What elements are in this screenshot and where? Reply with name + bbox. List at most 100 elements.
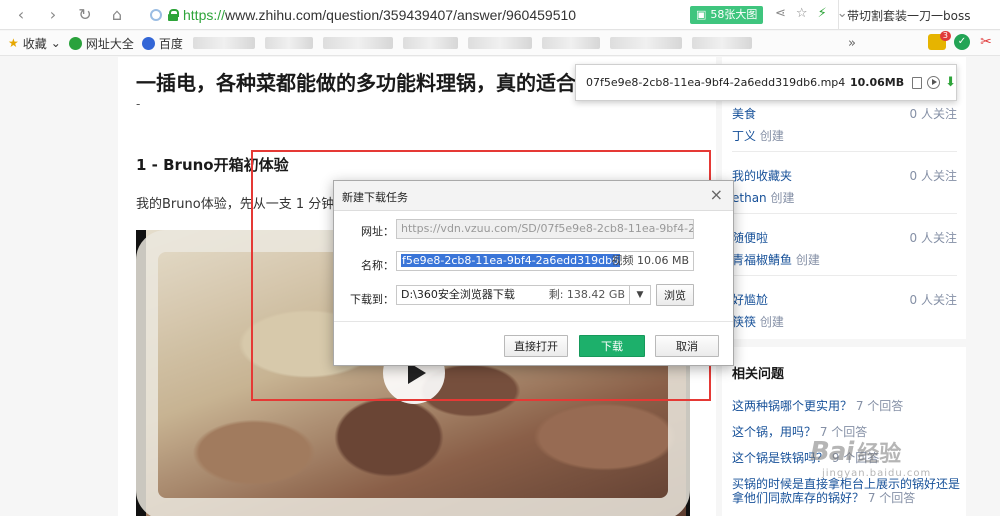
blurred-bookmark[interactable] <box>609 37 682 49</box>
collection-item[interactable]: 随便啦 0 人关注 青福椒鯖鱼 创建 <box>732 229 957 268</box>
download-url-value: https://vdn.vzuu.com/SD/07f5e9e8-2cb8-11… <box>401 222 693 235</box>
url-field[interactable]: https://www.zhihu.com/question/359439407… <box>150 3 690 27</box>
question-text[interactable]: 这个锅，用吗？ <box>732 425 816 439</box>
divider <box>732 151 957 152</box>
address-tools: ⋖ ☆ ⚡ ⌄ <box>775 6 848 21</box>
save-to-label: 下载到： <box>350 293 394 306</box>
collection-item[interactable]: 好尴尬 0 人关注 筷筷 创建 <box>732 291 957 330</box>
collection-followers: 0 人关注 <box>909 231 957 245</box>
bookmark-favorites[interactable]: ★ 收藏 ⌄ <box>8 35 61 52</box>
site-icon <box>68 36 82 50</box>
related-question[interactable]: 这两种锅哪个更实用？ 7 个回答 <box>732 399 964 413</box>
dialog-title: 新建下载任务 <box>342 191 408 204</box>
blurred-bookmark[interactable] <box>691 37 752 49</box>
chevron-down-icon[interactable]: ▼ <box>629 285 651 305</box>
divider <box>334 321 733 322</box>
chevron-down-icon: ⌄ <box>50 36 61 50</box>
watermark-text: 经验 <box>857 442 902 467</box>
watermark-logo: Bai <box>810 437 854 467</box>
creator-name[interactable]: 丁义 <box>732 129 756 143</box>
address-bar: ‹ › ↻ ⌂ https://www.zhihu.com/question/3… <box>0 0 1000 30</box>
blurred-bookmark[interactable] <box>541 37 600 49</box>
question-text[interactable]: 买锅的时候是直接拿柜台上展示的锅好还是拿他们同款库存的锅好？ <box>732 477 960 505</box>
creator-name[interactable]: 青福椒鯖鱼 <box>732 253 792 267</box>
collection-creator: 青福椒鯖鱼 创建 <box>732 251 957 268</box>
new-download-dialog: 新建下载任务 × 网址： https://vdn.vzuu.com/SD/07f… <box>333 180 734 366</box>
created-label: 创建 <box>795 253 820 267</box>
collection-followers: 0 人关注 <box>909 107 957 121</box>
filename-value: f5e9e8-2cb8-11ea-9bf4-2a6edd319db6 <box>401 254 621 267</box>
extension-check-icon[interactable]: ✓ <box>954 34 970 50</box>
divider <box>732 275 957 276</box>
bookmark-baidu[interactable]: 百度 <box>141 35 183 52</box>
extension-mail-icon[interactable]: 3 <box>928 31 951 50</box>
image-gallery-label: 58张大图 <box>710 8 758 21</box>
download-button[interactable]: 下载 <box>579 335 645 357</box>
extensions: 3 ✓ ✂ <box>928 31 994 50</box>
favorite-star-icon[interactable]: ☆ <box>796 6 808 21</box>
bookmark-hao123[interactable]: 网址大全 <box>68 35 134 52</box>
forward-icon[interactable]: › <box>42 4 64 26</box>
image-gallery-button[interactable]: ▣ 58张大图 <box>690 6 764 24</box>
created-label: 创建 <box>759 315 784 329</box>
url-label: 网址： <box>361 225 394 238</box>
free-space: 剩: 138.42 GB <box>548 288 625 301</box>
created-label: 创建 <box>759 129 784 143</box>
close-icon[interactable]: × <box>710 187 723 203</box>
home-icon[interactable]: ⌂ <box>106 4 128 26</box>
watermark: Bai 经验 jingyan.baidu.com <box>810 436 930 479</box>
blurred-bookmark[interactable] <box>264 37 313 49</box>
search-box[interactable]: 带切割套装一刀一boss <box>838 0 1000 30</box>
star-icon: ★ <box>8 36 19 50</box>
back-icon[interactable]: ‹ <box>10 4 32 26</box>
download-file-popup: 07f5e9e8-2cb8-11ea-9bf4-2a6edd319db6.mp4… <box>575 64 957 101</box>
search-hint-text: 带切割套装一刀一boss <box>847 8 971 23</box>
creator-name[interactable]: ethan <box>732 191 767 205</box>
browse-button[interactable]: 浏览 <box>656 284 694 306</box>
speed-mode-icon[interactable]: ⚡ <box>818 6 827 21</box>
bookmarks-more-button[interactable]: » <box>848 36 856 51</box>
collection-creator: ethan 创建 <box>732 189 957 206</box>
save-path-value: D:\360安全浏览器下载 <box>401 288 515 301</box>
bookmarks-bar: ★ 收藏 ⌄ 网址大全 百度 » 3 ✓ ✂ <box>0 31 1000 56</box>
question-text[interactable]: 这两种锅哪个更实用？ <box>732 399 852 413</box>
extension-scissors-icon[interactable]: ✂ <box>978 34 994 50</box>
download-icon[interactable]: ⬇ <box>945 75 956 90</box>
bookmark-label: 百度 <box>158 36 183 51</box>
play-icon[interactable] <box>927 76 941 89</box>
watermark-domain: jingyan.baidu.com <box>822 468 932 479</box>
notification-badge: 3 <box>939 31 951 41</box>
refresh-icon[interactable]: ↻ <box>74 4 96 26</box>
download-filesize: 10.06MB <box>849 76 905 89</box>
answer-count: 7 个回答 <box>867 491 916 505</box>
copy-link-icon[interactable] <box>912 76 923 89</box>
blurred-bookmark[interactable] <box>192 37 255 49</box>
related-question[interactable]: 买锅的时候是直接拿柜台上展示的锅好还是拿他们同款库存的锅好？ 7 个回答 <box>732 477 964 505</box>
related-questions-card: 相关问题 这两种锅哪个更实用？ 7 个回答 这个锅，用吗？ 7 个回答 这个锅是… <box>722 347 966 516</box>
file-type-size: 视频 10.06 MB <box>611 254 689 267</box>
baidu-icon <box>141 36 155 50</box>
dialog-header: 新建下载任务 × <box>334 181 733 211</box>
collection-item[interactable]: 美食 0 人关注 丁义 创建 <box>732 105 957 144</box>
creator-name[interactable]: 筷筷 <box>732 315 756 329</box>
url-scheme: https:// <box>183 7 226 23</box>
article-separator: - <box>136 97 141 111</box>
filename-input[interactable]: f5e9e8-2cb8-11ea-9bf4-2a6edd319db6 视频 10.… <box>396 251 694 271</box>
collection-followers: 0 人关注 <box>909 293 957 307</box>
divider <box>732 213 957 214</box>
blurred-bookmark[interactable] <box>467 37 532 49</box>
download-filename: 07f5e9e8-2cb8-11ea-9bf4-2a6edd319db6.mp4 <box>586 76 846 89</box>
collection-followers: 0 人关注 <box>909 169 957 183</box>
site-info-icon[interactable] <box>150 9 162 21</box>
name-label: 名称： <box>361 259 394 272</box>
open-directly-button[interactable]: 直接打开 <box>504 335 568 357</box>
save-path-input[interactable]: D:\360安全浏览器下载 剩: 138.42 GB <box>396 285 630 305</box>
image-icon: ▣ <box>696 8 707 21</box>
created-label: 创建 <box>770 191 795 205</box>
share-icon[interactable]: ⋖ <box>775 6 786 21</box>
cancel-button[interactable]: 取消 <box>655 335 719 357</box>
collection-item[interactable]: 我的收藏夹 0 人关注 ethan 创建 <box>732 167 957 206</box>
blurred-bookmark[interactable] <box>402 37 458 49</box>
blurred-bookmark[interactable] <box>322 37 393 49</box>
collection-creator: 丁义 创建 <box>732 127 957 144</box>
